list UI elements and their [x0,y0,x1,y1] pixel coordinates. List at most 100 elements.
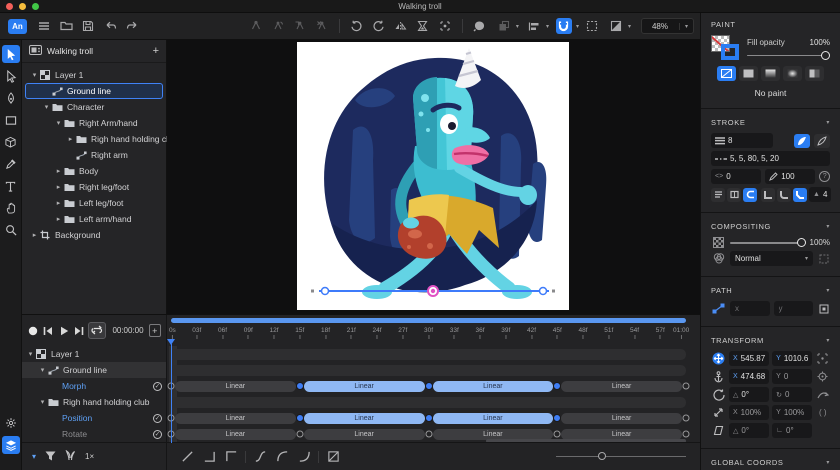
direct-select-tool[interactable] [2,67,20,85]
mask-tool-button[interactable]: ▾ [605,18,631,34]
keyframe-dot[interactable] [554,431,561,438]
timeline-row-layer-1[interactable]: ▾Layer 1 [22,346,166,362]
join-miter-button[interactable] [761,188,775,202]
stroke-swatch[interactable] [721,44,739,60]
fill-stroke-swatch[interactable] [711,35,743,63]
variable-width-field[interactable]: <> 0 [711,169,761,184]
timeline-row-righ-hand-holding-club[interactable]: ▾Righ hand holding club [22,394,166,410]
path-point-start[interactable] [322,288,329,295]
tween-span[interactable]: Linear [304,381,425,392]
anchor-y-field[interactable]: Y0 [772,369,812,384]
expander-icon[interactable]: ▸ [54,183,63,191]
layer-item-righ-hand-holding-club[interactable]: ▸Righ hand holding club [25,131,163,147]
tween-span[interactable]: Linear [304,413,425,424]
rectangle-tool[interactable] [2,111,20,129]
ease-hold-out-icon[interactable] [201,449,217,465]
layer-item-right-arm-hand[interactable]: ▾Right Arm/hand [25,115,163,131]
eyedropper-tool[interactable] [2,155,20,173]
layer-item-background[interactable]: ▸Background [25,227,163,243]
expander-icon[interactable]: ▾ [30,71,39,79]
skew-y-field[interactable]: ∟0° [772,423,812,438]
tween-span[interactable]: Linear [175,381,296,392]
anchor-x-field[interactable]: X474.68 [729,369,769,384]
pin-scale-icon[interactable] [292,18,308,34]
keyframe-dot[interactable] [683,431,690,438]
layer-item-layer-1[interactable]: ▾Layer 1 [25,67,163,83]
keyframe-dot[interactable] [425,431,432,438]
keyframe-dot[interactable] [296,431,303,438]
path-point-end[interactable] [540,288,547,295]
tween-span[interactable]: Linear [175,429,296,440]
zoom-tool[interactable] [2,221,20,239]
fill-opacity-slider[interactable] [747,50,830,60]
timeline-horizontal-scrollbar[interactable] [171,318,686,323]
expander-icon[interactable]: ▸ [54,199,63,207]
tween-span[interactable]: Linear [561,429,682,440]
group-tool-button[interactable]: ▾ [493,18,519,34]
pin-rotate-icon[interactable] [270,18,286,34]
play-button[interactable] [58,324,70,337]
menu-icon[interactable] [36,18,52,34]
ease-out-icon[interactable] [274,449,290,465]
help-icon[interactable]: ? [819,171,830,182]
timeline-property-position[interactable]: Position✓ [22,410,166,426]
expander-icon[interactable]: ▾ [26,350,35,358]
snap-magnet-button[interactable]: ▾ [553,18,579,34]
expander-icon[interactable]: ▸ [54,215,63,223]
expander-icon[interactable]: ▸ [54,167,63,175]
layer-item-body[interactable]: ▸Body [25,163,163,179]
rotation-count-field[interactable]: ↻0 [772,387,812,402]
keyframe-dot[interactable] [296,414,304,422]
expander-icon[interactable]: ▾ [38,398,47,406]
tween-span[interactable]: Linear [433,429,554,440]
tween-span[interactable]: Linear [561,413,682,424]
cap-butt-button[interactable] [711,188,725,202]
expander-icon[interactable]: ▾ [42,103,51,111]
tween-span[interactable]: Linear [304,429,425,440]
cap-square-button[interactable] [727,188,741,202]
timeline-zoom-slider[interactable] [556,453,686,459]
expander-icon[interactable]: ▸ [66,135,75,143]
stroke-dash-field[interactable]: 5, 5, 80, 5, 20 [711,151,830,166]
filter-icon[interactable] [45,451,56,463]
ease-custom-icon[interactable] [325,449,341,465]
stroke-width-field[interactable]: 8 [711,133,773,148]
expander-icon[interactable]: ▸ [30,231,39,239]
add-frames-button[interactable]: + [149,324,161,337]
property-enabled-check[interactable]: ✓ [153,382,162,391]
align-tool-button[interactable]: ▾ [523,18,549,34]
join-round-button[interactable] [777,188,791,202]
paint-radial-gradient-button[interactable] [783,66,802,81]
position-reference-icon[interactable] [815,353,830,364]
keyframe-dot[interactable] [553,382,561,390]
flip-horizontal-icon[interactable] [393,18,409,34]
text-tool[interactable] [2,177,20,195]
position-y-field[interactable]: Y1010.6 [772,351,812,366]
hourglass-icon[interactable] [415,18,431,34]
path-anchor-icon[interactable] [817,304,830,314]
rotate-cw-icon[interactable] [371,18,387,34]
skew-x-field[interactable]: △0° [729,423,769,438]
keyframe-dot[interactable] [425,414,433,422]
tween-span[interactable]: Linear [433,381,554,392]
paint-linear-gradient-button[interactable] [761,66,780,81]
smoothing-field[interactable]: 100 [765,169,815,184]
cap-round-button[interactable] [743,188,757,202]
tween-span[interactable]: Linear [561,381,682,392]
layer-item-right-leg-foot[interactable]: ▸Right leg/foot [25,179,163,195]
undo-icon[interactable] [102,18,118,34]
warp-tool[interactable] [2,133,20,151]
pin-tool-icon[interactable] [248,18,264,34]
ease-in-icon[interactable] [296,449,312,465]
chevron-down-icon[interactable]: ▾ [826,459,830,466]
keyframe-dot[interactable] [296,382,304,390]
rotate-ccw-icon[interactable] [349,18,365,34]
frame-ruler[interactable]: 0s03f06f09f12f15f18f21f24f27f30f33f36f39… [171,327,686,346]
timeline-property-morph[interactable]: Morph✓ [22,378,166,394]
paint-none-button[interactable] [717,66,736,81]
scale-link-icon[interactable]: ( ) [815,408,830,417]
tween-span[interactable]: Linear [433,413,554,424]
miter-limit-field[interactable]: ▲ 4 [809,187,831,202]
add-layer-button[interactable]: + [153,47,159,55]
layers-panel-toggle[interactable] [2,436,20,454]
